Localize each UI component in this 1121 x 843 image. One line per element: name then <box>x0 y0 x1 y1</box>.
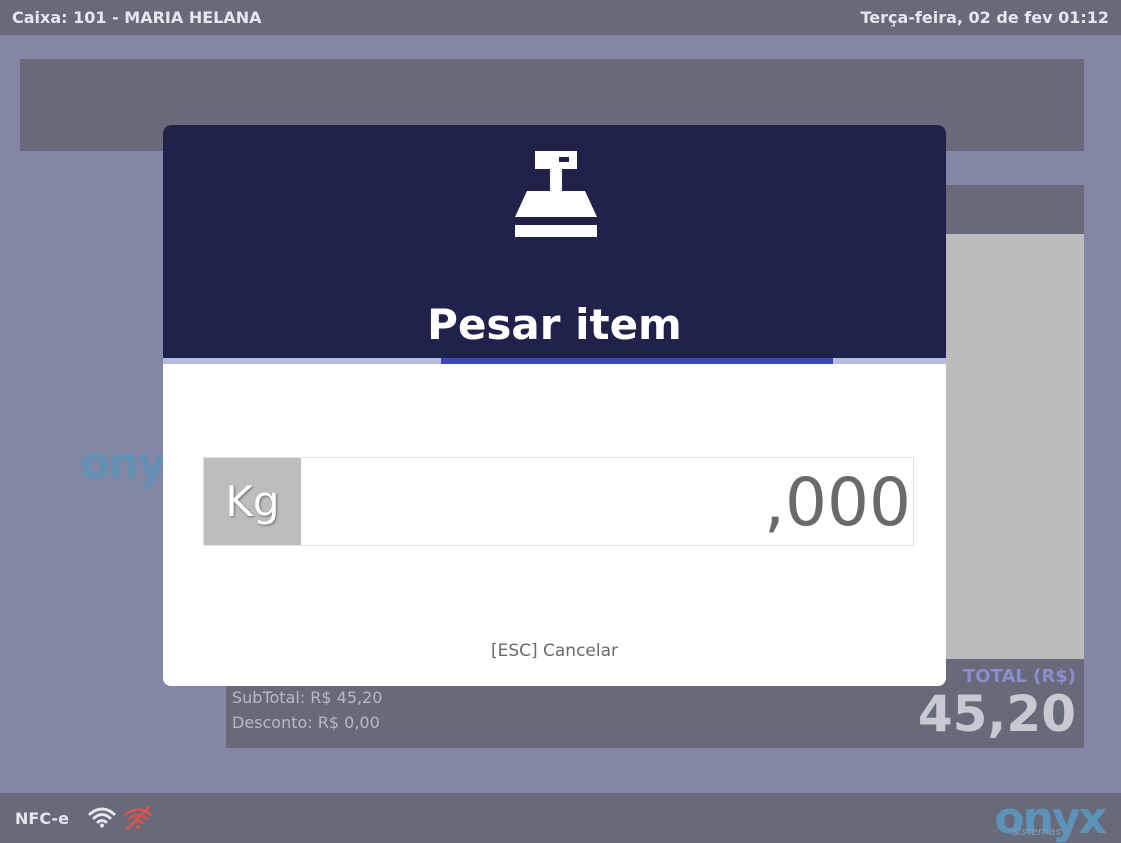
total-value: 45,20 <box>917 685 1076 743</box>
discount: Desconto: R$ 0,00 <box>232 713 380 732</box>
unit-label: Kg <box>204 458 301 545</box>
wifi-icon <box>88 807 116 828</box>
total-label: TOTAL (R$) <box>963 666 1076 687</box>
bottom-bar: NFC-e onyx sistemas <box>0 793 1121 843</box>
date-time: Terça-feira, 02 de fev 01:12 <box>860 8 1109 27</box>
scale-icon <box>515 151 597 237</box>
fiscal-mode-label: NFC-e <box>15 809 69 828</box>
top-bar: Caixa: 101 - MARIA HELANA Terça-feira, 0… <box>0 0 1121 35</box>
weight-value[interactable]: ,000 <box>764 468 911 538</box>
brand-subtitle: sistemas <box>1012 825 1061 838</box>
register-operator: Caixa: 101 - MARIA HELANA <box>12 8 262 27</box>
weight-input[interactable]: Kg ,000 <box>203 457 914 546</box>
dialog-header: Pesar item <box>163 125 946 364</box>
subtotal: SubTotal: R$ 45,20 <box>232 688 383 707</box>
cancel-hint[interactable]: [ESC] Cancelar <box>163 641 946 661</box>
weigh-item-dialog: Pesar item Kg ,000 [ESC] Cancelar <box>163 125 946 686</box>
header-stripe-accent <box>441 358 833 364</box>
dialog-title: Pesar item <box>427 300 682 349</box>
wifi-off-icon <box>123 805 153 831</box>
